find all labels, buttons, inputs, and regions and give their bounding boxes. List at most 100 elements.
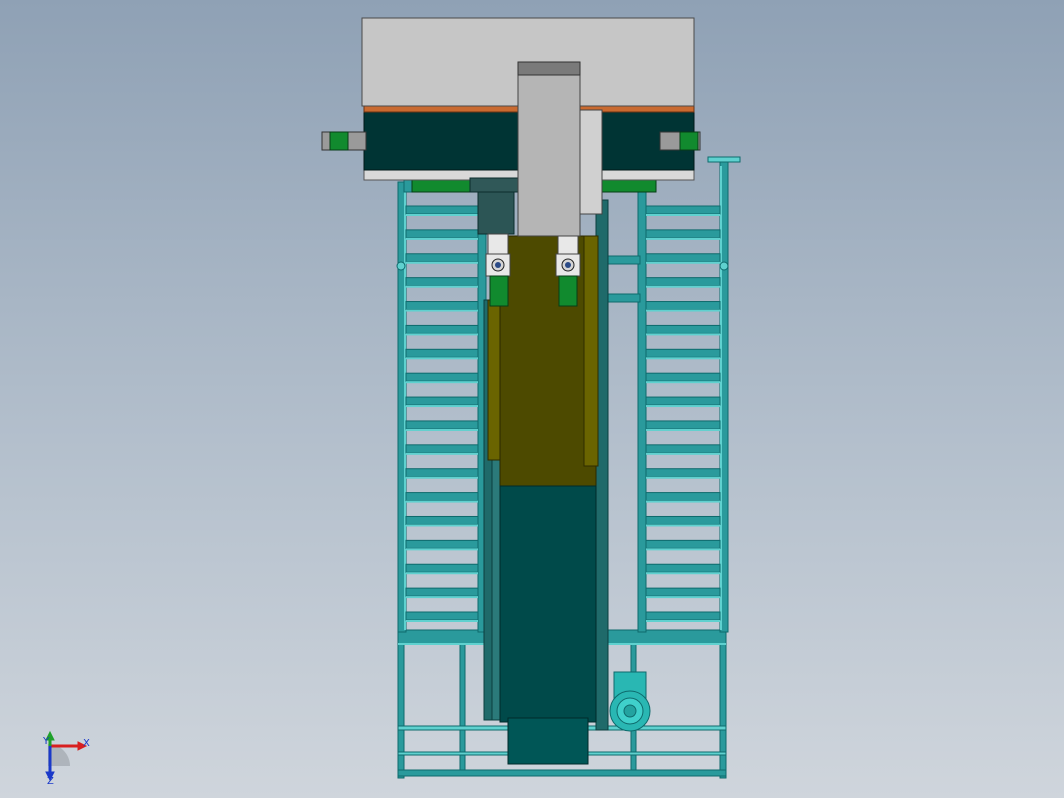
left-ladder-rung [405, 348, 479, 358]
gripper-left-body [477, 191, 515, 235]
left-ladder-rung [405, 444, 479, 454]
dark-teal-column [499, 485, 597, 723]
right-top-cap [707, 156, 741, 163]
gripper-right [555, 231, 581, 307]
right-ladder-rung-edge [646, 405, 720, 408]
right-crossbar-1 [607, 255, 641, 265]
base-right-post [719, 629, 727, 779]
right-ladder-rung-edge [646, 476, 720, 479]
left-ladder-rung-edge [406, 261, 478, 264]
left-ladder-rung [405, 587, 479, 597]
left-sensor [396, 261, 406, 271]
right-ladder-rung-edge [646, 333, 720, 336]
left-ladder-frame [396, 181, 487, 633]
right-ladder-rung-edge [646, 285, 720, 288]
right-ladder-rung [645, 587, 721, 597]
right-ladder-rung [645, 420, 721, 430]
left-ladder-rung-edge [406, 357, 478, 360]
left-ladder-rung-edge [406, 620, 478, 622]
right-ladder-rungs [645, 205, 721, 622]
left-ladder-rung-edge [406, 524, 478, 527]
right-ladder-rung-edge [646, 261, 720, 264]
right-ladder-rung-edge [646, 620, 720, 622]
left-ladder-rung [405, 372, 479, 382]
left-ladder-rung-edge [406, 214, 478, 216]
left-ladder-rung-edge [406, 476, 478, 479]
left-ladder-rung [405, 468, 479, 478]
left-ladder-rung [405, 324, 479, 334]
right-ladder-rung [645, 515, 721, 525]
right-ladder-rung [645, 539, 721, 549]
green-pad-right [599, 179, 657, 193]
left-ladder-rung [405, 611, 479, 621]
left-ladder-rung [405, 277, 479, 287]
right-ladder-rung [645, 205, 721, 215]
right-ladder-rung-edge [646, 524, 720, 527]
right-ladder-rung [645, 468, 721, 478]
right-ladder-rung-edge [646, 381, 720, 384]
right-crossbar-2 [607, 293, 641, 303]
right-ladder-rung [645, 229, 721, 239]
left-ladder-rung [405, 563, 479, 573]
head-dark-block [469, 177, 521, 193]
triad-z-label: Z [47, 776, 54, 787]
olive-column [499, 235, 597, 487]
right-ladder-rung [645, 396, 721, 406]
left-ladder-rung-edge [406, 333, 478, 336]
right-ladder-rung-edge [646, 572, 720, 575]
right-ladder-rung-edge [646, 214, 720, 216]
right-ladder-rung-edge [646, 500, 720, 503]
olive-column-side-right [583, 235, 599, 467]
green-pad-left [411, 179, 473, 193]
left-ladder-rung-edge [406, 381, 478, 384]
right-ladder-rung-edge [646, 237, 720, 240]
slider-rear-plate [577, 109, 603, 215]
slider-body [517, 73, 581, 237]
triad-x-label: X [83, 738, 90, 749]
right-ladder-rung [645, 277, 721, 287]
left-ladder-rung-edge [406, 237, 478, 240]
right-ladder-rung-edge [646, 357, 720, 360]
left-ladder-rung [405, 301, 479, 311]
lower-block [507, 717, 589, 765]
left-ladder-rung [405, 492, 479, 502]
triad-y-label: Y [42, 736, 50, 747]
right-ladder-frame [607, 156, 741, 633]
right-ladder-rung-edge [646, 548, 720, 551]
right-ladder-rung [645, 492, 721, 502]
right-ladder-rung-edge [646, 428, 720, 431]
left-ladder-rung [405, 515, 479, 525]
axis-triad: X Y Z [42, 730, 90, 787]
left-ladder-rung-edge [406, 452, 478, 455]
right-ladder-rung [645, 563, 721, 573]
right-ladder-rung [645, 348, 721, 358]
left-ladder-rung [405, 229, 479, 239]
left-ladder-rung [405, 420, 479, 430]
right-sensor [719, 261, 729, 271]
left-ladder-rung-edge [406, 596, 478, 599]
drive-motor [609, 671, 651, 732]
left-ladder-rungs [405, 205, 479, 622]
cad-viewport[interactable]: X Y Z [0, 0, 1064, 798]
left-ladder-rung [405, 396, 479, 406]
left-ladder-rung-edge [406, 572, 478, 575]
base-left-post [397, 629, 405, 779]
base-bottom-rail [397, 769, 727, 777]
left-ladder-rung-edge [406, 285, 478, 288]
right-ladder-rung [645, 372, 721, 382]
right-ladder-rung-edge [646, 452, 720, 455]
left-ladder-rung [405, 205, 479, 215]
left-ladder-rung-edge [406, 500, 478, 503]
top-head-assembly [321, 17, 701, 193]
left-ladder-rung [405, 253, 479, 263]
right-ladder-rung-edge [646, 596, 720, 599]
right-ladder-rung [645, 301, 721, 311]
left-ladder-rung-edge [406, 548, 478, 551]
right-ladder-rung-edge [646, 309, 720, 312]
right-ladder-rung [645, 444, 721, 454]
right-ladder-rung [645, 324, 721, 334]
right-ladder-rung [645, 611, 721, 621]
left-ladder-rung [405, 539, 479, 549]
left-ladder-rung-edge [406, 428, 478, 431]
left-ladder-rung-edge [406, 405, 478, 408]
